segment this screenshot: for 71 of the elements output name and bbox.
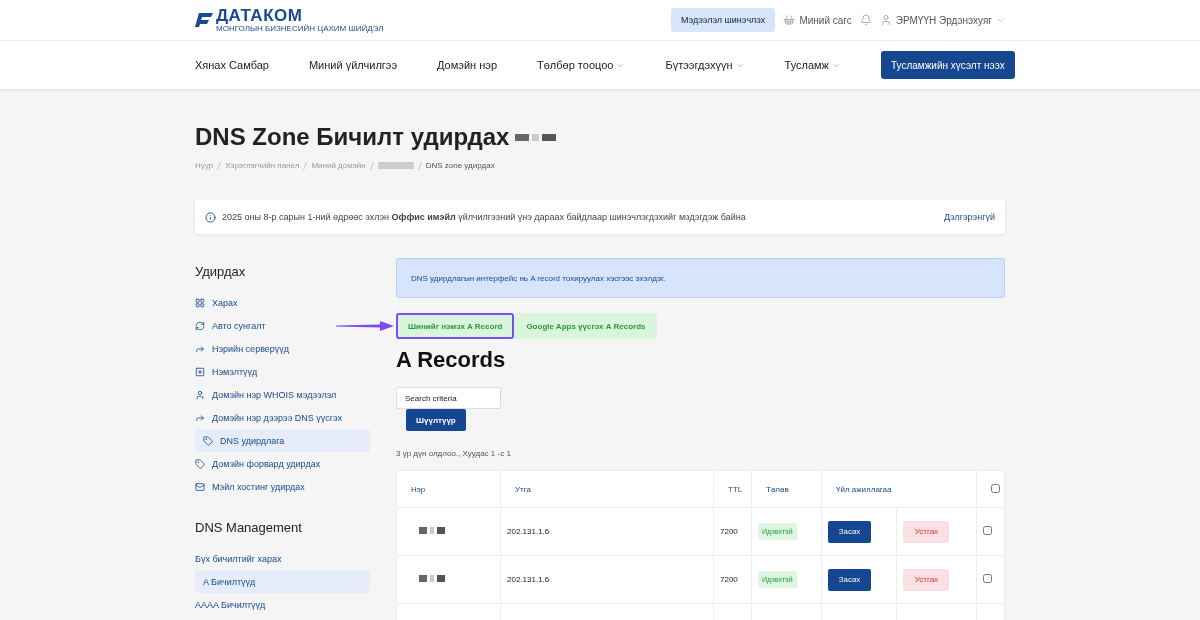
logo-icon [195,13,213,27]
sidebar-item[interactable]: Харах [195,291,370,314]
sidebar-item-icon [195,343,205,354]
row-checkbox[interactable] [983,526,993,535]
sidebar-heading: Удирдах [195,264,247,279]
basket-icon [783,14,796,26]
result-count: 3 үр дүн олдлоо., Хуудас 1 -с 1 [396,449,511,458]
sidebar-item[interactable]: DNS удирдлага [195,429,370,452]
delete-button[interactable]: Устгах [903,568,950,591]
sidebar-item-icon [203,435,213,446]
sidebar-item-icon [195,320,205,331]
details-link[interactable]: Дэлгэрэнгүй [944,212,995,222]
nav-item[interactable]: Бүтээгдэхүүн [665,59,745,71]
update-info-button[interactable]: Мэдээлэл шинэчлэх [670,8,776,32]
edit-button[interactable]: Засах [828,568,871,591]
sidebar-item-icon [195,389,205,400]
sidebar-item[interactable]: Бүх бичилтийг харах [195,547,370,570]
sidebar-item[interactable]: Домэйн форвард удирдах [195,452,370,475]
column-header[interactable]: Утга [500,470,714,508]
logo-tagline: МОНГОЛЫН БИЗНЕСИЙН ЦАХИМ ШИЙДЭЛ [216,24,384,33]
select-all-checkbox[interactable] [991,483,1001,493]
bell-icon[interactable] [859,14,872,26]
pointer-arrow [336,321,394,331]
support-request-button[interactable]: Тусламжийн хүсэлт нээх [880,51,1015,79]
cart-link[interactable]: Миний сагс [783,14,852,26]
sidebar-item[interactable]: AAAA Бичилтүүд [195,593,370,616]
sidebar-item[interactable]: Домэйн нэр дээрээ DNS үүсгэх [195,406,370,429]
breadcrumb-separator-icon [417,161,422,170]
sidebar-item[interactable]: Нэрийн серверүүд [195,337,370,360]
breadcrumb-separator-icon [369,161,374,170]
breadcrumb-item: DNS zone удирдах [425,161,495,170]
info-icon [205,211,216,223]
delete-button[interactable]: Устгах [903,520,950,543]
nav-item[interactable]: Тусламж [784,59,841,71]
sidebar-item-icon [195,366,205,377]
sidebar-item[interactable]: Мэйл хостинг удирдах [195,475,370,498]
sidebar-item[interactable]: Нэмэлтүүд [195,360,370,383]
row-checkbox[interactable] [983,574,993,583]
nav-item[interactable]: Миний үйлчилгээ [308,59,398,71]
sidebar-item[interactable]: Домэйн нэр WHOIS мэдээлэл [195,383,370,406]
edit-button[interactable]: Засах [828,520,871,543]
column-header[interactable]: TTL [713,470,752,508]
sidebar-item-icon [195,458,205,469]
user-icon [879,14,892,26]
sidebar-item-icon [195,412,205,423]
breadcrumb-separator-icon [217,161,222,170]
column-header[interactable]: Үйл ажиллагаа [821,470,977,508]
column-header[interactable]: Төлөв [751,470,822,508]
logo-text: ДАТАКОМ [216,7,303,24]
user-menu[interactable]: ЭРМҮҮН Эрдэнэхуяг [879,14,1005,26]
sidebar-item-icon [195,297,205,308]
nav-item[interactable]: Хянах Самбар [195,59,269,71]
notice-text: 2025 оны 8-р сарын 1-ний өдрөөс эхлэн Оффис имэйл үйлчилгээний үнэ дараах байдлаар шинэчлэгдэхийг мэдэгдэж байна [222,212,746,222]
sidebar-item[interactable]: A Бичилтүүд [195,570,370,593]
sidebar-item-icon [195,481,205,492]
table-cell: 202.131.1.6 [500,555,714,604]
page-title: DNS Zone Бичилт удирдах [195,123,510,151]
info-message: DNS удирдлагын интерфейс нь A record тохируулах хэсгээс эхэлдэг. [396,258,1005,298]
search-field[interactable]: Search criteria [396,387,501,409]
nav-item[interactable]: Домэйн нэр [437,59,497,71]
section-heading: A Records [396,347,506,373]
nav-item[interactable]: Төлбөр тооцоо [537,59,626,71]
filter-button[interactable]: Шүүлтүүр [406,409,466,431]
table-cell: 7200 [713,507,752,556]
breadcrumb-separator-icon [303,161,308,170]
sidebar-heading: DNS Management [195,520,303,535]
table-cell: 7200 [713,555,752,604]
column-header[interactable]: Нэр [396,470,501,508]
sidebar-item[interactable]: Авто сунгалт [195,314,370,337]
redacted-mark [377,162,414,169]
table-cell: 202.131.1.6 [500,507,714,556]
